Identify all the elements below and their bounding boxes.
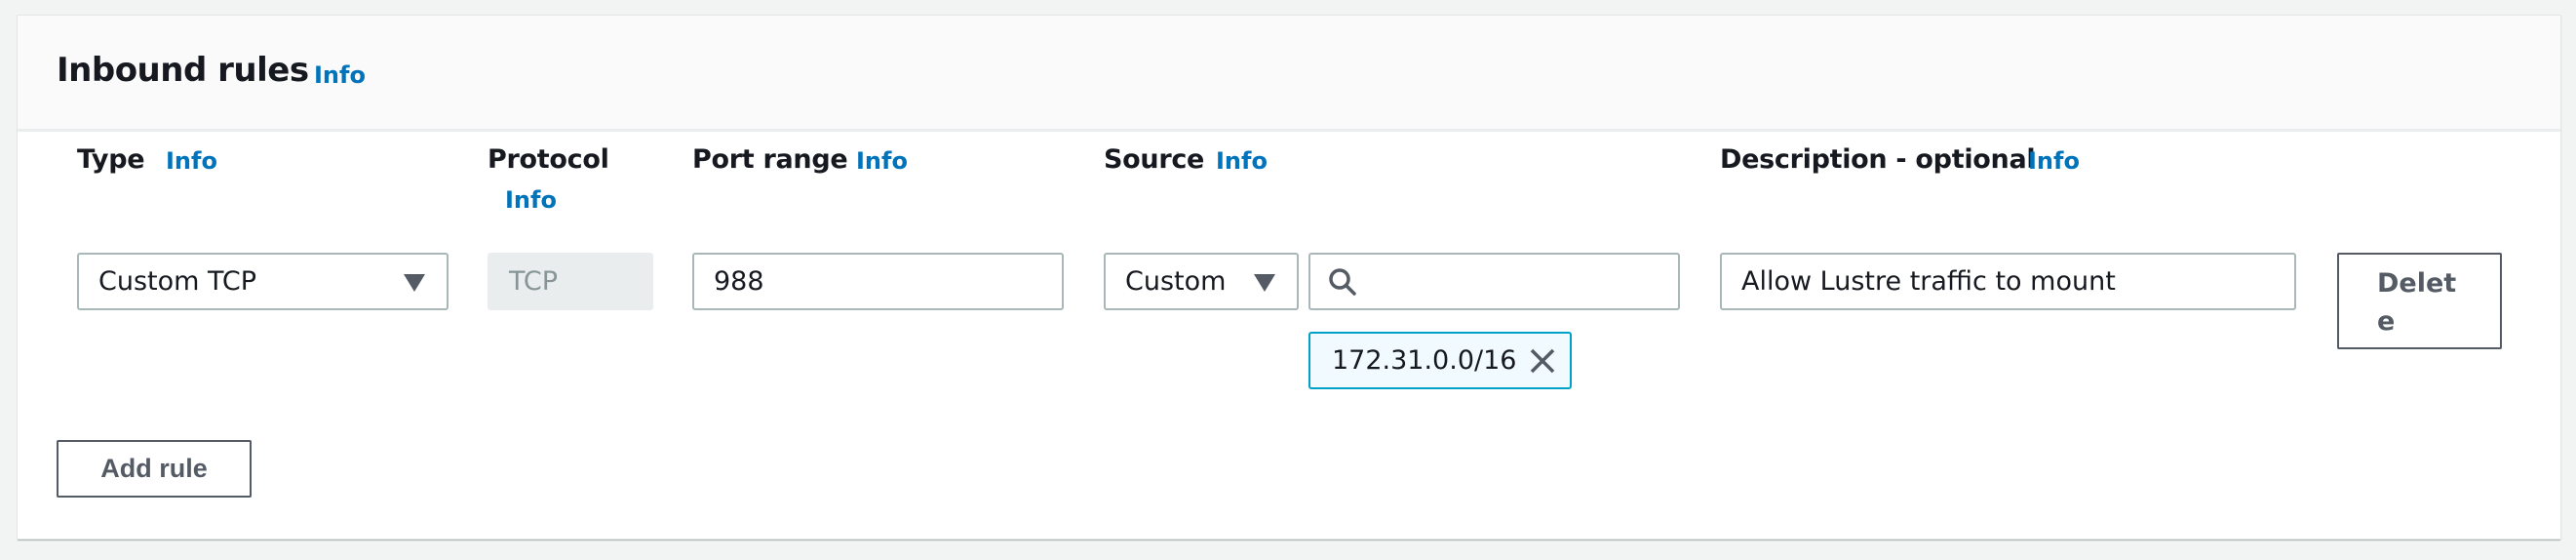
protocol-field: TCP xyxy=(488,253,653,310)
delete-label-line1: Delet xyxy=(2377,268,2457,299)
caret-down-icon xyxy=(404,274,425,292)
description-input[interactable]: Allow Lustre traffic to mount xyxy=(1720,253,2296,310)
protocol-label: Protocol xyxy=(488,144,609,175)
description-label: Description - optional xyxy=(1720,144,2036,175)
inbound-rules-panel: Inbound rules Info Type Info Protocol In… xyxy=(17,15,2561,540)
search-icon xyxy=(1329,268,1356,296)
port-range-value: 988 xyxy=(714,266,764,297)
protocol-info-link[interactable]: Info xyxy=(505,186,557,214)
source-label: Source xyxy=(1104,144,1205,175)
port-range-input[interactable]: 988 xyxy=(692,253,1064,310)
source-type-value: Custom xyxy=(1125,266,1227,297)
port-range-info-link[interactable]: Info xyxy=(856,147,908,175)
add-rule-button[interactable]: Add rule xyxy=(57,440,252,498)
section-title: Inbound rules xyxy=(57,51,309,90)
panel-header: Inbound rules Info xyxy=(18,16,2560,132)
close-icon[interactable] xyxy=(1527,345,1558,377)
source-token-value: 172.31.0.0/16 xyxy=(1332,345,1517,376)
section-info-link[interactable]: Info xyxy=(314,61,366,89)
source-search-input[interactable] xyxy=(1308,253,1680,310)
delete-label-line2: e xyxy=(2377,306,2396,337)
type-label: Type xyxy=(77,144,145,175)
source-type-select[interactable]: Custom xyxy=(1104,253,1299,310)
source-info-link[interactable]: Info xyxy=(1216,147,1268,175)
delete-rule-button[interactable]: Delet e xyxy=(2337,253,2502,349)
type-info-link[interactable]: Info xyxy=(166,147,217,175)
description-info-link[interactable]: Info xyxy=(2028,147,2080,175)
protocol-value: TCP xyxy=(509,266,559,297)
type-select[interactable]: Custom TCP xyxy=(77,253,449,310)
port-range-label: Port range xyxy=(692,144,848,175)
caret-down-icon xyxy=(1254,274,1275,292)
type-select-value: Custom TCP xyxy=(98,266,257,297)
description-value: Allow Lustre traffic to mount xyxy=(1741,266,2116,297)
source-token: 172.31.0.0/16 xyxy=(1308,332,1572,389)
